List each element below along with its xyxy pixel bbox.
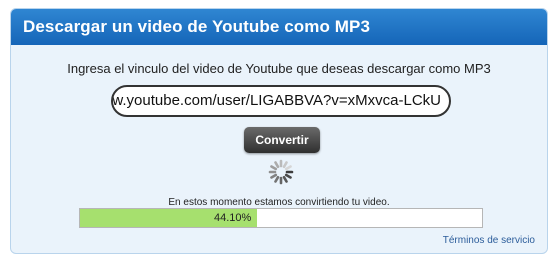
conversion-status-text: En estos momento estamos convirtiendo tu… — [168, 197, 390, 208]
progress-percent-label: 44.10% — [213, 212, 252, 224]
panel-title: Descargar un video de Youtube como MP3 — [23, 17, 371, 36]
terms-of-service-link[interactable]: Términos de servicio — [443, 235, 535, 246]
spinner-spoke — [282, 161, 288, 169]
spinner-spoke — [270, 173, 278, 179]
video-url-input[interactable]: www.youtube.com/user/LIGABBVA?v=xMxvca-L… — [111, 85, 451, 117]
panel-header: Descargar un video de Youtube como MP3 — [11, 9, 547, 45]
url-instruction: Ingresa el vinculo del video de Youtube … — [67, 61, 491, 76]
spinner-spoke — [274, 175, 280, 183]
conversion-progress-bar: 44.10% — [79, 208, 483, 228]
spinner-spoke — [274, 161, 280, 169]
spinner-spoke — [284, 173, 292, 179]
convert-button[interactable]: Convertir — [244, 127, 320, 153]
mp3-converter-panel: Descargar un video de Youtube como MP3 I… — [10, 8, 548, 254]
spinner-spoke — [282, 175, 288, 183]
progress-fill: 44.10% — [80, 209, 258, 227]
spinner-spoke — [270, 165, 278, 171]
loading-spinner-icon — [268, 159, 294, 185]
video-url-value: www.youtube.com/user/LIGABBVA?v=xMxvca-L… — [111, 92, 441, 109]
spinner-spoke — [284, 165, 292, 171]
